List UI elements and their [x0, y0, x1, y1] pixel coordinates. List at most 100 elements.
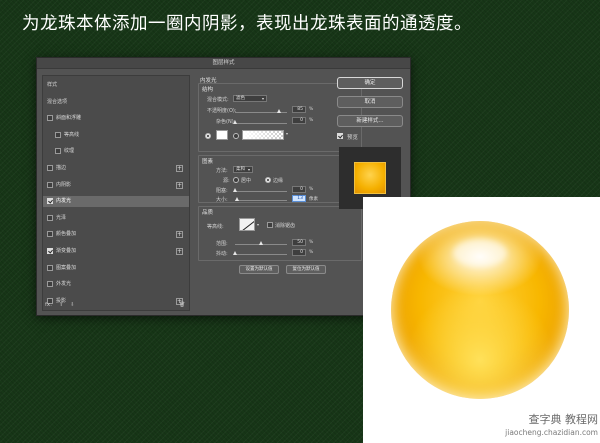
style-checkbox[interactable] — [47, 264, 53, 271]
fx-icon[interactable]: fx. — [45, 302, 52, 308]
jitter-unit: % — [309, 250, 314, 255]
solid-color-radio[interactable] — [205, 133, 211, 139]
size-slider[interactable] — [235, 197, 287, 201]
method-select[interactable]: 柔和 ▾ — [233, 166, 253, 173]
size-slider-knob[interactable] — [235, 197, 240, 201]
trash-icon[interactable]: 🗑 — [179, 302, 185, 308]
contour-picker[interactable] — [239, 218, 255, 231]
style-list-label: 颜色叠加 — [56, 231, 77, 238]
blend-mode-select[interactable]: 滤色 ▾ — [233, 95, 267, 102]
layer-style-dialog: 图层样式 样式 混合选项 斜面和浮雕 等高线 纹理 描边 + 内阴影 + 内发光 光泽 颜色叠加 + 渐变… — [36, 57, 411, 316]
style-list-label: 外发光 — [56, 281, 72, 288]
jitter-label: 抖动: — [216, 251, 228, 257]
range-unit: % — [309, 240, 314, 245]
add-style-icon[interactable]: + — [176, 231, 183, 239]
opacity-label: 不透明度(O): — [207, 108, 237, 114]
style-list-item[interactable]: 渐变叠加 + — [43, 246, 189, 257]
antialias-label: 消除锯齿 — [275, 223, 296, 229]
style-checkbox[interactable] — [47, 214, 53, 221]
add-style-icon[interactable]: + — [176, 165, 183, 172]
range-field[interactable]: 50 — [292, 239, 306, 246]
contour-dropdown-icon[interactable]: ▾ — [257, 222, 259, 227]
style-checkbox[interactable] — [55, 131, 61, 138]
style-checkbox[interactable] — [55, 148, 61, 155]
style-list-label: 描边 — [56, 165, 67, 171]
styles-list: 样式 混合选项 斜面和浮雕 等高线 纹理 描边 + 内阴影 + 内发光 光泽 颜色叠加 + 渐变叠加 + 图案… — [42, 75, 190, 311]
jitter-slider-knob[interactable] — [232, 251, 237, 255]
range-slider-knob[interactable] — [258, 241, 263, 245]
style-checkbox[interactable] — [47, 248, 53, 254]
elements-group: 图素 方法: 柔和 ▾ 源: 居中 边缘 阻塞: 0 % 大小: 13 像素 — [198, 155, 362, 203]
choke-field[interactable]: 0 — [292, 186, 306, 193]
preview-thumbnail — [354, 162, 386, 194]
size-field[interactable]: 13 — [292, 195, 306, 202]
styles-list-footer: fx. ⬆ ⬇ 🗑 — [45, 302, 189, 310]
style-list-item[interactable]: 混合选项 — [43, 97, 189, 108]
ok-button[interactable]: 确定 — [337, 77, 403, 89]
style-list-label: 光泽 — [56, 214, 67, 221]
antialias-checkbox[interactable] — [267, 222, 273, 228]
move-up-icon[interactable]: ⬆ — [59, 302, 64, 308]
range-slider[interactable] — [235, 241, 287, 245]
opacity-slider[interactable] — [235, 109, 287, 113]
noise-slider-knob[interactable] — [232, 120, 237, 124]
choke-slider-knob[interactable] — [232, 188, 237, 192]
dialog-title: 图层样式 — [37, 58, 410, 69]
jitter-field[interactable]: 0 — [292, 249, 306, 256]
reset-default-button[interactable]: 复位为默认值 — [286, 265, 326, 274]
style-checkbox[interactable] — [47, 281, 53, 288]
style-checkbox[interactable] — [47, 165, 53, 171]
style-list-label: 斜面和浮雕 — [56, 115, 82, 122]
style-checkbox[interactable] — [47, 115, 53, 122]
new-style-button[interactable]: 新建样式... — [337, 115, 403, 127]
glow-gradient-bar[interactable] — [242, 130, 284, 140]
style-list-item[interactable]: 等高线 — [43, 130, 189, 141]
choke-unit: % — [309, 187, 314, 192]
style-list-item[interactable]: 光泽 — [43, 213, 189, 224]
jitter-slider[interactable] — [232, 251, 287, 255]
source-center-radio[interactable] — [233, 177, 239, 183]
add-style-icon[interactable]: + — [176, 181, 183, 189]
glow-color-swatch[interactable] — [216, 130, 228, 140]
style-list-label: 样式 — [47, 82, 58, 88]
tutorial-caption: 为龙珠本体添加一圈内阴影，表现出龙珠表面的通透度。 — [22, 14, 472, 34]
method-label: 方法: — [216, 168, 228, 174]
source-edge-label: 边缘 — [273, 178, 284, 184]
source-edge-radio[interactable] — [265, 177, 271, 183]
watermark-title: 查字典 教程网 — [528, 413, 599, 426]
noise-field[interactable]: 0 — [292, 117, 306, 124]
style-list-item[interactable]: 外发光 — [43, 279, 189, 290]
gradient-radio[interactable] — [233, 133, 239, 139]
preview-checkbox[interactable] — [337, 133, 343, 139]
noise-unit: % — [309, 118, 314, 123]
contour-label: 等高线: — [207, 224, 224, 230]
style-list-label: 图案叠加 — [56, 264, 77, 271]
move-down-icon[interactable]: ⬇ — [70, 302, 75, 308]
style-list-item[interactable]: 斜面和浮雕 — [43, 113, 189, 124]
cancel-button[interactable]: 取消 — [337, 96, 403, 108]
range-label: 范围: — [216, 241, 228, 247]
noise-slider[interactable] — [232, 120, 287, 124]
style-list-item[interactable]: 颜色叠加 + — [43, 229, 189, 240]
size-unit: 像素 — [309, 197, 318, 202]
gradient-dropdown-icon[interactable]: ▾ — [286, 131, 288, 136]
source-center-label: 居中 — [241, 178, 252, 184]
style-list-item[interactable]: 描边 + — [43, 163, 189, 174]
make-default-button[interactable]: 设置为默认值 — [239, 265, 279, 274]
opacity-slider-knob[interactable] — [276, 109, 281, 113]
choke-slider[interactable] — [232, 188, 287, 192]
style-list-item[interactable]: 内发光 — [43, 196, 189, 208]
style-checkbox[interactable] — [47, 198, 53, 205]
result-image-panel — [363, 197, 600, 443]
style-list-item[interactable]: 纹理 — [43, 146, 189, 157]
opacity-field[interactable]: 85 — [292, 106, 306, 113]
style-checkbox[interactable] — [47, 181, 53, 188]
style-list-item[interactable]: 图案叠加 — [43, 263, 189, 274]
style-list-item[interactable]: 内阴影 + — [43, 180, 189, 191]
style-checkbox[interactable] — [47, 231, 53, 238]
add-style-icon[interactable]: + — [176, 248, 183, 255]
source-label: 源: — [223, 178, 230, 184]
choke-label: 阻塞: — [216, 188, 228, 194]
style-list-item[interactable]: 样式 — [43, 80, 189, 91]
golden-orb-image — [391, 221, 569, 399]
